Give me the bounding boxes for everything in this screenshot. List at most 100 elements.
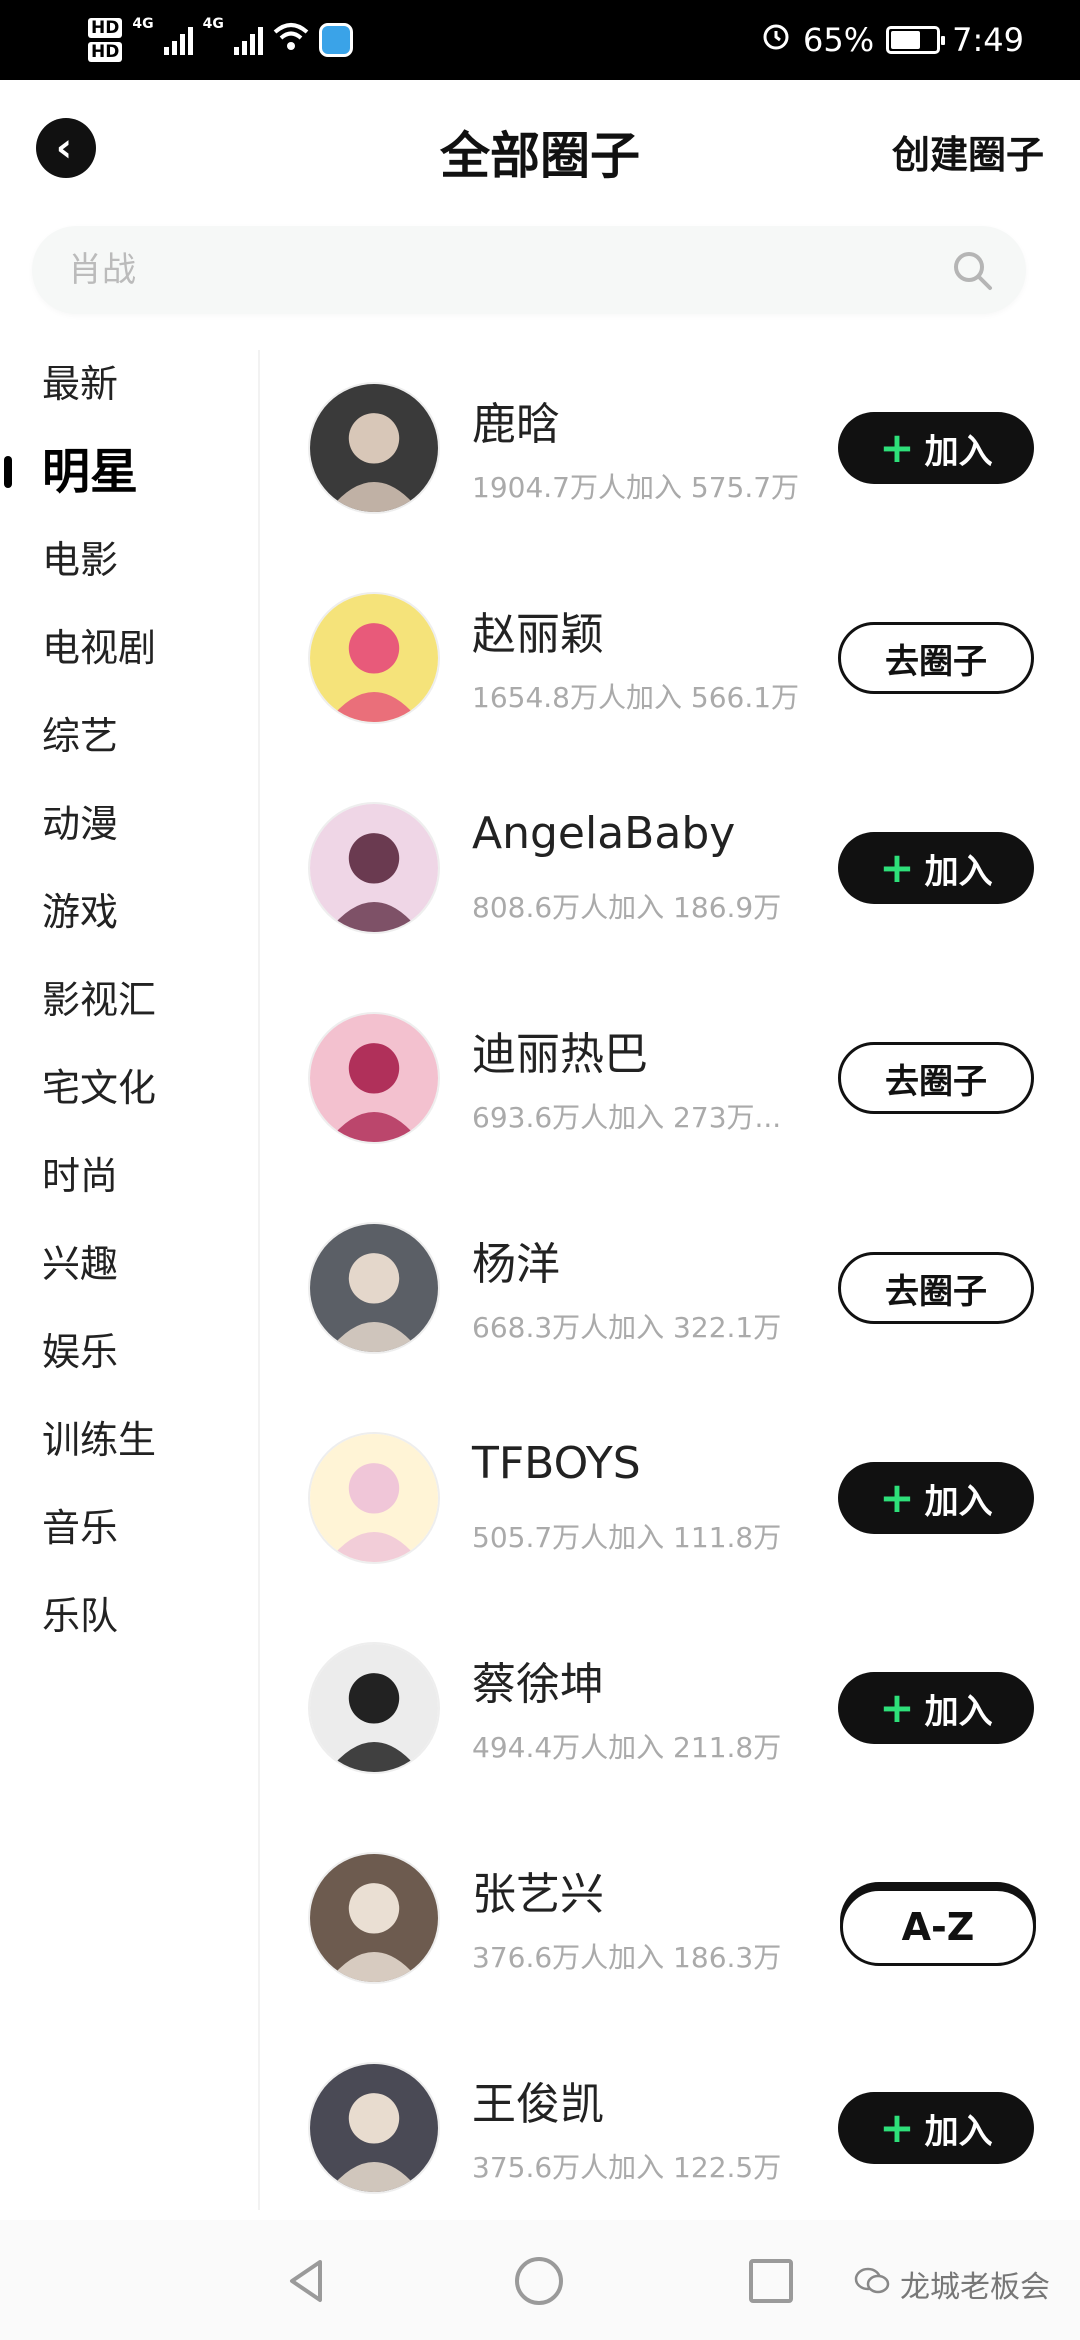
circle-name: 张艺兴 bbox=[472, 1869, 604, 1920]
join-button[interactable]: + 加入 bbox=[838, 412, 1034, 484]
circle-row[interactable]: AngelaBaby 808.6万人加入 186.9万 + 加入 bbox=[260, 770, 1080, 980]
circle-name: 王俊凯 bbox=[472, 2079, 604, 2130]
circle-row[interactable]: 王俊凯 375.6万人加入 122.5万 + 加入 bbox=[260, 2030, 1080, 2220]
circle-name: 杨洋 bbox=[472, 1239, 560, 1290]
circle-avatar[interactable] bbox=[308, 1222, 440, 1354]
goto-circle-button[interactable]: 去圈子 bbox=[838, 1042, 1034, 1114]
circle-row[interactable]: 蔡徐坤 494.4万人加入 211.8万 + 加入 bbox=[260, 1610, 1080, 1820]
sidebar-category[interactable]: 音乐 bbox=[42, 1498, 118, 1558]
circle-avatar[interactable] bbox=[308, 1852, 440, 1984]
circle-row[interactable]: 赵丽颖 1654.8万人加入 566.1万 去圈子 bbox=[260, 560, 1080, 770]
status-right: 65% 7:49 bbox=[761, 0, 1024, 80]
join-label: 加入 bbox=[924, 2111, 993, 2152]
signal1-icon bbox=[163, 25, 193, 55]
plus-icon: + bbox=[879, 423, 915, 472]
circle-stats: 1904.7万人加入 575.7万 bbox=[472, 471, 800, 504]
join-button[interactable]: + 加入 bbox=[838, 1462, 1034, 1534]
create-circle-button[interactable]: 创建圈子 bbox=[892, 124, 1044, 179]
signal2-icon bbox=[233, 25, 263, 55]
nav-recent-icon[interactable] bbox=[744, 2254, 798, 2308]
battery-percent: 65% bbox=[803, 21, 875, 59]
sidebar-category[interactable]: 综艺 bbox=[42, 706, 118, 766]
join-label: 加入 bbox=[924, 1691, 993, 1732]
join-label: 加入 bbox=[924, 1481, 993, 1522]
hd1-indicator: HD bbox=[88, 18, 123, 38]
nav-home-icon[interactable] bbox=[512, 2254, 566, 2308]
circle-name: AngelaBaby bbox=[472, 808, 736, 859]
goto-circle-button[interactable]: 去圈子 bbox=[838, 622, 1034, 694]
battery-fill bbox=[891, 31, 920, 49]
active-category-indicator bbox=[4, 456, 12, 488]
circle-stats: 375.6万人加入 122.5万 bbox=[472, 2151, 782, 2184]
az-index-button[interactable]: A-Z bbox=[840, 1888, 1036, 1966]
system-nav-bar: 龙城老板会 bbox=[0, 2220, 1080, 2340]
header: ‹ 全部圈子 创建圈子 bbox=[0, 80, 1080, 220]
sidebar-category[interactable]: 兴趣 bbox=[42, 1234, 118, 1294]
nav-back-icon[interactable] bbox=[280, 2254, 334, 2308]
battery-icon bbox=[886, 26, 946, 54]
circle-stats: 505.7万人加入 111.8万 bbox=[472, 1521, 782, 1554]
clock-time: 7:49 bbox=[952, 21, 1024, 59]
circle-avatar[interactable] bbox=[308, 1012, 440, 1144]
plus-icon: + bbox=[879, 843, 915, 892]
status-bar: HD HD 4G 4G 65% 7:49 bbox=[0, 0, 1080, 80]
search-bar bbox=[32, 226, 1026, 314]
join-label: 加入 bbox=[924, 431, 993, 472]
search-input[interactable] bbox=[68, 226, 928, 314]
circle-name: 迪丽热巴 bbox=[472, 1029, 648, 1080]
wifi-icon bbox=[273, 22, 309, 58]
circle-row[interactable]: TFBOYS 505.7万人加入 111.8万 + 加入 bbox=[260, 1400, 1080, 1610]
plus-icon: + bbox=[879, 1683, 915, 1732]
network2-label: 4G bbox=[202, 16, 224, 32]
circle-row[interactable]: 杨洋 668.3万人加入 322.1万 去圈子 bbox=[260, 1190, 1080, 1400]
sidebar-category[interactable]: 最新 bbox=[42, 354, 118, 414]
plus-icon: + bbox=[879, 2103, 915, 2152]
circle-avatar[interactable] bbox=[308, 1432, 440, 1564]
join-button[interactable]: + 加入 bbox=[838, 2092, 1034, 2164]
sidebar-category[interactable]: 娱乐 bbox=[42, 1322, 118, 1382]
hd2-indicator: HD bbox=[88, 42, 123, 62]
circle-row[interactable]: 迪丽热巴 693.6万人加入 273万... 去圈子 bbox=[260, 980, 1080, 1190]
circle-name: TFBOYS bbox=[472, 1438, 641, 1489]
circle-avatar[interactable] bbox=[308, 802, 440, 934]
sidebar-category[interactable]: 影视汇 bbox=[42, 970, 156, 1030]
status-left: HD HD 4G 4G bbox=[88, 10, 353, 70]
hd-indicators: HD HD bbox=[88, 18, 123, 62]
circle-name: 蔡徐坤 bbox=[472, 1659, 604, 1710]
circle-stats: 808.6万人加入 186.9万 bbox=[472, 891, 782, 924]
sidebar-category[interactable]: 时尚 bbox=[42, 1146, 118, 1206]
circle-stats: 376.6万人加入 186.3万 bbox=[472, 1941, 782, 1974]
watermark-text: 龙城老板会 bbox=[900, 2270, 1050, 2305]
circle-stats: 494.4万人加入 211.8万 bbox=[472, 1731, 782, 1764]
circle-stats: 668.3万人加入 322.1万 bbox=[472, 1311, 782, 1344]
sidebar-category[interactable]: 电影 bbox=[42, 530, 118, 590]
circle-stats: 1654.8万人加入 566.1万 bbox=[472, 681, 800, 714]
circle-avatar[interactable] bbox=[308, 592, 440, 724]
circle-name: 鹿晗 bbox=[472, 399, 560, 450]
search-icon[interactable] bbox=[950, 248, 994, 292]
circle-avatar[interactable] bbox=[308, 1642, 440, 1774]
circle-row[interactable]: 鹿晗 1904.7万人加入 575.7万 + 加入 bbox=[260, 350, 1080, 560]
sidebar-category[interactable]: 动漫 bbox=[42, 794, 118, 854]
app-notification-icon bbox=[318, 23, 353, 57]
plus-icon: + bbox=[879, 1473, 915, 1522]
sidebar-category[interactable]: 训练生 bbox=[42, 1410, 156, 1470]
network1-label: 4G bbox=[132, 16, 154, 32]
join-button[interactable]: + 加入 bbox=[838, 1672, 1034, 1744]
sidebar-category[interactable]: 电视剧 bbox=[42, 618, 156, 678]
sidebar-category[interactable]: 宅文化 bbox=[42, 1058, 156, 1118]
sidebar-category[interactable]: 乐队 bbox=[42, 1586, 118, 1646]
category-sidebar: 最新明星电影电视剧综艺动漫游戏影视汇宅文化时尚兴趣娱乐训练生音乐乐队 bbox=[0, 340, 258, 2220]
join-label: 加入 bbox=[924, 851, 993, 892]
sidebar-category[interactable]: 明星 bbox=[42, 442, 138, 502]
circle-name: 赵丽颖 bbox=[472, 609, 604, 660]
goto-circle-button[interactable]: 去圈子 bbox=[838, 1252, 1034, 1324]
circle-avatar[interactable] bbox=[308, 2062, 440, 2194]
join-button[interactable]: + 加入 bbox=[838, 832, 1034, 904]
wechat-icon bbox=[854, 2265, 890, 2303]
alarm-icon bbox=[761, 21, 791, 59]
sidebar-category[interactable]: 游戏 bbox=[42, 882, 118, 942]
circle-stats: 693.6万人加入 273万... bbox=[472, 1101, 782, 1134]
watermark: 龙城老板会 bbox=[854, 2262, 1050, 2306]
circle-avatar[interactable] bbox=[308, 382, 440, 514]
